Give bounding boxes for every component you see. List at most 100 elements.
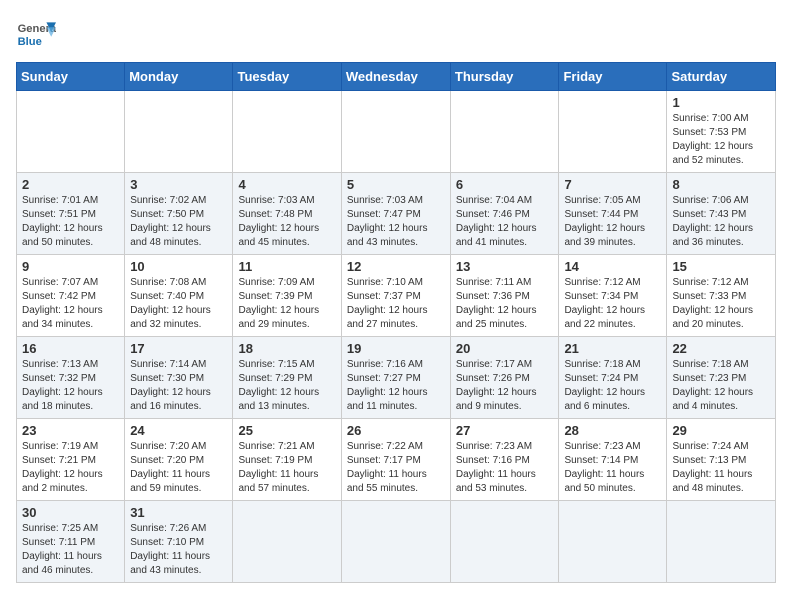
calendar-cell: 18 Sunrise: 7:15 AMSunset: 7:29 PMDayligh… <box>233 337 341 419</box>
day-number: 17 <box>130 341 227 356</box>
calendar-cell <box>341 91 450 173</box>
day-info: Sunrise: 7:23 AMSunset: 7:14 PMDaylight:… <box>564 440 661 496</box>
day-number: 24 <box>130 423 227 438</box>
day-info: Sunrise: 7:05 AMSunset: 7:44 PMDaylight:… <box>564 194 661 250</box>
day-number: 9 <box>22 259 119 274</box>
day-number: 6 <box>456 177 554 192</box>
day-number: 20 <box>456 341 554 356</box>
day-info: Sunrise: 7:11 AMSunset: 7:36 PMDaylight:… <box>456 276 554 332</box>
day-number: 27 <box>456 423 554 438</box>
day-info: Sunrise: 7:22 AMSunset: 7:17 PMDaylight:… <box>347 440 445 496</box>
weekday-header-thursday: Thursday <box>450 63 559 91</box>
day-number: 22 <box>672 341 770 356</box>
day-info: Sunrise: 7:13 AMSunset: 7:32 PMDaylight:… <box>22 358 119 414</box>
day-info: Sunrise: 7:14 AMSunset: 7:30 PMDaylight:… <box>130 358 227 414</box>
day-info: Sunrise: 7:12 AMSunset: 7:34 PMDaylight:… <box>564 276 661 332</box>
day-info: Sunrise: 7:15 AMSunset: 7:29 PMDaylight:… <box>238 358 335 414</box>
day-number: 15 <box>672 259 770 274</box>
day-number: 16 <box>22 341 119 356</box>
day-info: Sunrise: 7:03 AMSunset: 7:48 PMDaylight:… <box>238 194 335 250</box>
calendar-cell: 21 Sunrise: 7:18 AMSunset: 7:24 PMDayligh… <box>559 337 667 419</box>
calendar-cell: 6Sunrise: 7:04 AMSunset: 7:46 PMDaylight… <box>450 173 559 255</box>
day-number: 26 <box>347 423 445 438</box>
day-info: Sunrise: 7:26 AMSunset: 7:10 PMDaylight:… <box>130 522 227 578</box>
day-info: Sunrise: 7:16 AMSunset: 7:27 PMDaylight:… <box>347 358 445 414</box>
calendar-cell: 22Sunrise: 7:18 AMSunset: 7:23 PMDayligh… <box>667 337 776 419</box>
day-info: Sunrise: 7:24 AMSunset: 7:13 PMDaylight:… <box>672 440 770 496</box>
calendar-cell <box>341 501 450 583</box>
calendar-cell: 14 Sunrise: 7:12 AMSunset: 7:34 PMDayligh… <box>559 255 667 337</box>
day-number: 23 <box>22 423 119 438</box>
day-info: Sunrise: 7:06 AMSunset: 7:43 PMDaylight:… <box>672 194 770 250</box>
day-number: 8 <box>672 177 770 192</box>
day-number: 10 <box>130 259 227 274</box>
calendar-cell <box>233 501 341 583</box>
calendar-cell: 4 Sunrise: 7:03 AMSunset: 7:48 PMDaylight… <box>233 173 341 255</box>
day-info: Sunrise: 7:03 AMSunset: 7:47 PMDaylight:… <box>347 194 445 250</box>
calendar-cell: 19Sunrise: 7:16 AMSunset: 7:27 PMDayligh… <box>341 337 450 419</box>
weekday-header-tuesday: Tuesday <box>233 63 341 91</box>
calendar-cell: 28 Sunrise: 7:23 AMSunset: 7:14 PMDayligh… <box>559 419 667 501</box>
calendar-cell: 7Sunrise: 7:05 AMSunset: 7:44 PMDaylight… <box>559 173 667 255</box>
weekday-header-sunday: Sunday <box>17 63 125 91</box>
calendar-week-row: 16 Sunrise: 7:13 AMSunset: 7:32 PMDayligh… <box>17 337 776 419</box>
weekday-header-saturday: Saturday <box>667 63 776 91</box>
day-number: 21 <box>564 341 661 356</box>
calendar-cell: 20 Sunrise: 7:17 AMSunset: 7:26 PMDayligh… <box>450 337 559 419</box>
day-number: 3 <box>130 177 227 192</box>
calendar-cell: 5 Sunrise: 7:03 AMSunset: 7:47 PMDaylight… <box>341 173 450 255</box>
calendar-cell: 30Sunrise: 7:25 AMSunset: 7:11 PMDayligh… <box>17 501 125 583</box>
calendar-cell: 2Sunrise: 7:01 AMSunset: 7:51 PMDaylight… <box>17 173 125 255</box>
calendar-cell: 17 Sunrise: 7:14 AMSunset: 7:30 PMDayligh… <box>125 337 233 419</box>
day-number: 1 <box>672 95 770 110</box>
calendar-week-row: 23 Sunrise: 7:19 AMSunset: 7:21 PMDayligh… <box>17 419 776 501</box>
calendar-cell: 27Sunrise: 7:23 AMSunset: 7:16 PMDayligh… <box>450 419 559 501</box>
day-number: 29 <box>672 423 770 438</box>
day-info: Sunrise: 7:17 AMSunset: 7:26 PMDaylight:… <box>456 358 554 414</box>
calendar-cell <box>667 501 776 583</box>
calendar-cell: 3 Sunrise: 7:02 AMSunset: 7:50 PMDaylight… <box>125 173 233 255</box>
day-info: Sunrise: 7:07 AMSunset: 7:42 PMDaylight:… <box>22 276 119 332</box>
day-info: Sunrise: 7:19 AMSunset: 7:21 PMDaylight:… <box>22 440 119 496</box>
weekday-header-row: SundayMondayTuesdayWednesdayThursdayFrid… <box>17 63 776 91</box>
day-info: Sunrise: 7:01 AMSunset: 7:51 PMDaylight:… <box>22 194 119 250</box>
day-info: Sunrise: 7:18 AMSunset: 7:24 PMDaylight:… <box>564 358 661 414</box>
calendar-cell: 8 Sunrise: 7:06 AMSunset: 7:43 PMDaylight… <box>667 173 776 255</box>
day-info: Sunrise: 7:20 AMSunset: 7:20 PMDaylight:… <box>130 440 227 496</box>
day-info: Sunrise: 7:21 AMSunset: 7:19 PMDaylight:… <box>238 440 335 496</box>
calendar-cell: 11Sunrise: 7:09 AMSunset: 7:39 PMDayligh… <box>233 255 341 337</box>
day-info: Sunrise: 7:08 AMSunset: 7:40 PMDaylight:… <box>130 276 227 332</box>
calendar-cell: 23 Sunrise: 7:19 AMSunset: 7:21 PMDayligh… <box>17 419 125 501</box>
day-number: 4 <box>238 177 335 192</box>
day-number: 13 <box>456 259 554 274</box>
day-number: 14 <box>564 259 661 274</box>
calendar-week-row: 30Sunrise: 7:25 AMSunset: 7:11 PMDayligh… <box>17 501 776 583</box>
calendar-week-row: 9 Sunrise: 7:07 AMSunset: 7:42 PMDaylight… <box>17 255 776 337</box>
day-number: 5 <box>347 177 445 192</box>
calendar-cell <box>233 91 341 173</box>
calendar-week-row: 2Sunrise: 7:01 AMSunset: 7:51 PMDaylight… <box>17 173 776 255</box>
day-number: 25 <box>238 423 335 438</box>
calendar-cell: 29 Sunrise: 7:24 AMSunset: 7:13 PMDayligh… <box>667 419 776 501</box>
calendar-week-row: 1 Sunrise: 7:00 AMSunset: 7:53 PMDaylight… <box>17 91 776 173</box>
day-info: Sunrise: 7:02 AMSunset: 7:50 PMDaylight:… <box>130 194 227 250</box>
calendar-cell: 16 Sunrise: 7:13 AMSunset: 7:32 PMDayligh… <box>17 337 125 419</box>
day-info: Sunrise: 7:10 AMSunset: 7:37 PMDaylight:… <box>347 276 445 332</box>
calendar-table: SundayMondayTuesdayWednesdayThursdayFrid… <box>16 62 776 583</box>
day-number: 18 <box>238 341 335 356</box>
weekday-header-monday: Monday <box>125 63 233 91</box>
calendar-cell: 31Sunrise: 7:26 AMSunset: 7:10 PMDayligh… <box>125 501 233 583</box>
calendar-cell <box>450 501 559 583</box>
day-number: 28 <box>564 423 661 438</box>
calendar-cell: 13 Sunrise: 7:11 AMSunset: 7:36 PMDayligh… <box>450 255 559 337</box>
weekday-header-wednesday: Wednesday <box>341 63 450 91</box>
day-info: Sunrise: 7:12 AMSunset: 7:33 PMDaylight:… <box>672 276 770 332</box>
calendar-cell: 24 Sunrise: 7:20 AMSunset: 7:20 PMDayligh… <box>125 419 233 501</box>
logo-icon: General Blue <box>16 16 56 52</box>
calendar-cell: 9 Sunrise: 7:07 AMSunset: 7:42 PMDaylight… <box>17 255 125 337</box>
calendar-cell: 26 Sunrise: 7:22 AMSunset: 7:17 PMDayligh… <box>341 419 450 501</box>
day-info: Sunrise: 7:09 AMSunset: 7:39 PMDaylight:… <box>238 276 335 332</box>
calendar-cell: 1 Sunrise: 7:00 AMSunset: 7:53 PMDaylight… <box>667 91 776 173</box>
day-info: Sunrise: 7:00 AMSunset: 7:53 PMDaylight:… <box>672 112 770 168</box>
weekday-header-friday: Friday <box>559 63 667 91</box>
